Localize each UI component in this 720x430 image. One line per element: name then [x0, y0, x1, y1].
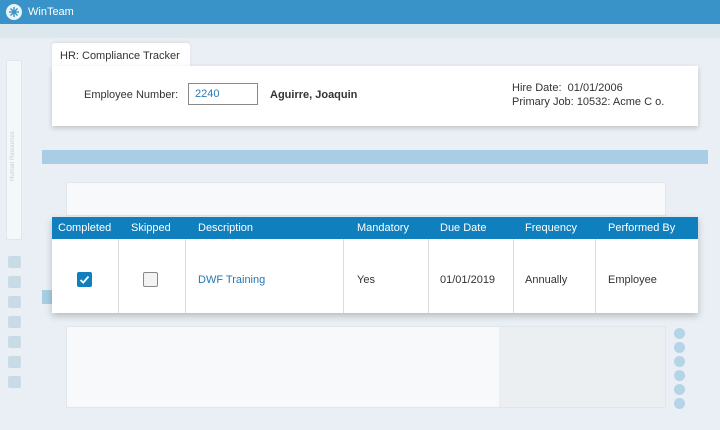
employee-name: Aguirre, Joaquin	[270, 89, 358, 101]
background-section-band	[42, 150, 708, 164]
side-panel-label: Human Resources	[10, 131, 16, 181]
table-header: Completed Skipped Description Mandatory …	[52, 217, 698, 239]
title-bar: WinTeam	[0, 0, 720, 24]
star-icon	[8, 256, 21, 268]
folder-icon	[8, 316, 21, 328]
column-header-mandatory[interactable]: Mandatory	[357, 222, 409, 234]
background-grid	[66, 182, 666, 216]
folder-icon	[8, 356, 21, 368]
column-divider	[118, 239, 119, 313]
due-date-value: 01/01/2019	[440, 274, 496, 286]
employee-number-input[interactable]: 2240	[188, 83, 258, 105]
column-header-skipped[interactable]: Skipped	[131, 222, 171, 234]
column-header-frequency[interactable]: Frequency	[525, 222, 577, 234]
column-divider	[343, 239, 344, 313]
mandatory-value: Yes	[357, 274, 375, 286]
pin-icon	[8, 276, 21, 288]
background-dots	[674, 328, 685, 412]
hire-date: Hire Date: 01/01/2006	[512, 82, 623, 94]
employee-number-label: Employee Number:	[84, 89, 179, 101]
column-header-due-date[interactable]: Due Date	[440, 222, 486, 234]
primary-job: Primary Job: 10532: Acme C o.	[512, 96, 664, 108]
folder-icon	[8, 336, 21, 348]
checkmark-icon	[79, 275, 90, 284]
column-divider	[513, 239, 514, 313]
column-divider	[428, 239, 429, 313]
column-header-performed-by[interactable]: Performed By	[608, 222, 675, 234]
tab-title: HR: Compliance Tracker	[60, 50, 180, 62]
folder-icon	[8, 296, 21, 308]
folder-icon	[8, 376, 21, 388]
hire-date-label: Hire Date:	[512, 82, 562, 94]
hire-date-value: 01/01/2006	[567, 82, 623, 94]
background-side-panel: Human Resources	[6, 60, 22, 240]
primary-job-label: Primary Job:	[512, 96, 574, 108]
column-header-completed[interactable]: Completed	[58, 222, 111, 234]
table-row[interactable]: DWF Training Yes 01/01/2019 Annually Emp…	[52, 239, 698, 313]
description-link[interactable]: DWF Training	[198, 274, 265, 286]
app-title: WinTeam	[28, 6, 74, 18]
app-logo-icon	[6, 4, 22, 20]
background-nav-icons	[8, 256, 22, 396]
column-header-description[interactable]: Description	[198, 222, 253, 234]
compliance-table: Completed Skipped Description Mandatory …	[52, 217, 698, 313]
column-divider	[185, 239, 186, 313]
column-divider	[595, 239, 596, 313]
skipped-checkbox[interactable]	[143, 272, 158, 287]
background-toolbar	[0, 24, 720, 38]
background-grid	[66, 326, 666, 408]
frequency-value: Annually	[525, 274, 568, 286]
employee-header-card: Employee Number: 2240 Aguirre, Joaquin H…	[52, 66, 698, 126]
performed-by-value: Employee	[608, 274, 657, 286]
completed-checkbox[interactable]	[77, 272, 92, 287]
primary-job-value: 10532: Acme C o.	[576, 96, 665, 108]
